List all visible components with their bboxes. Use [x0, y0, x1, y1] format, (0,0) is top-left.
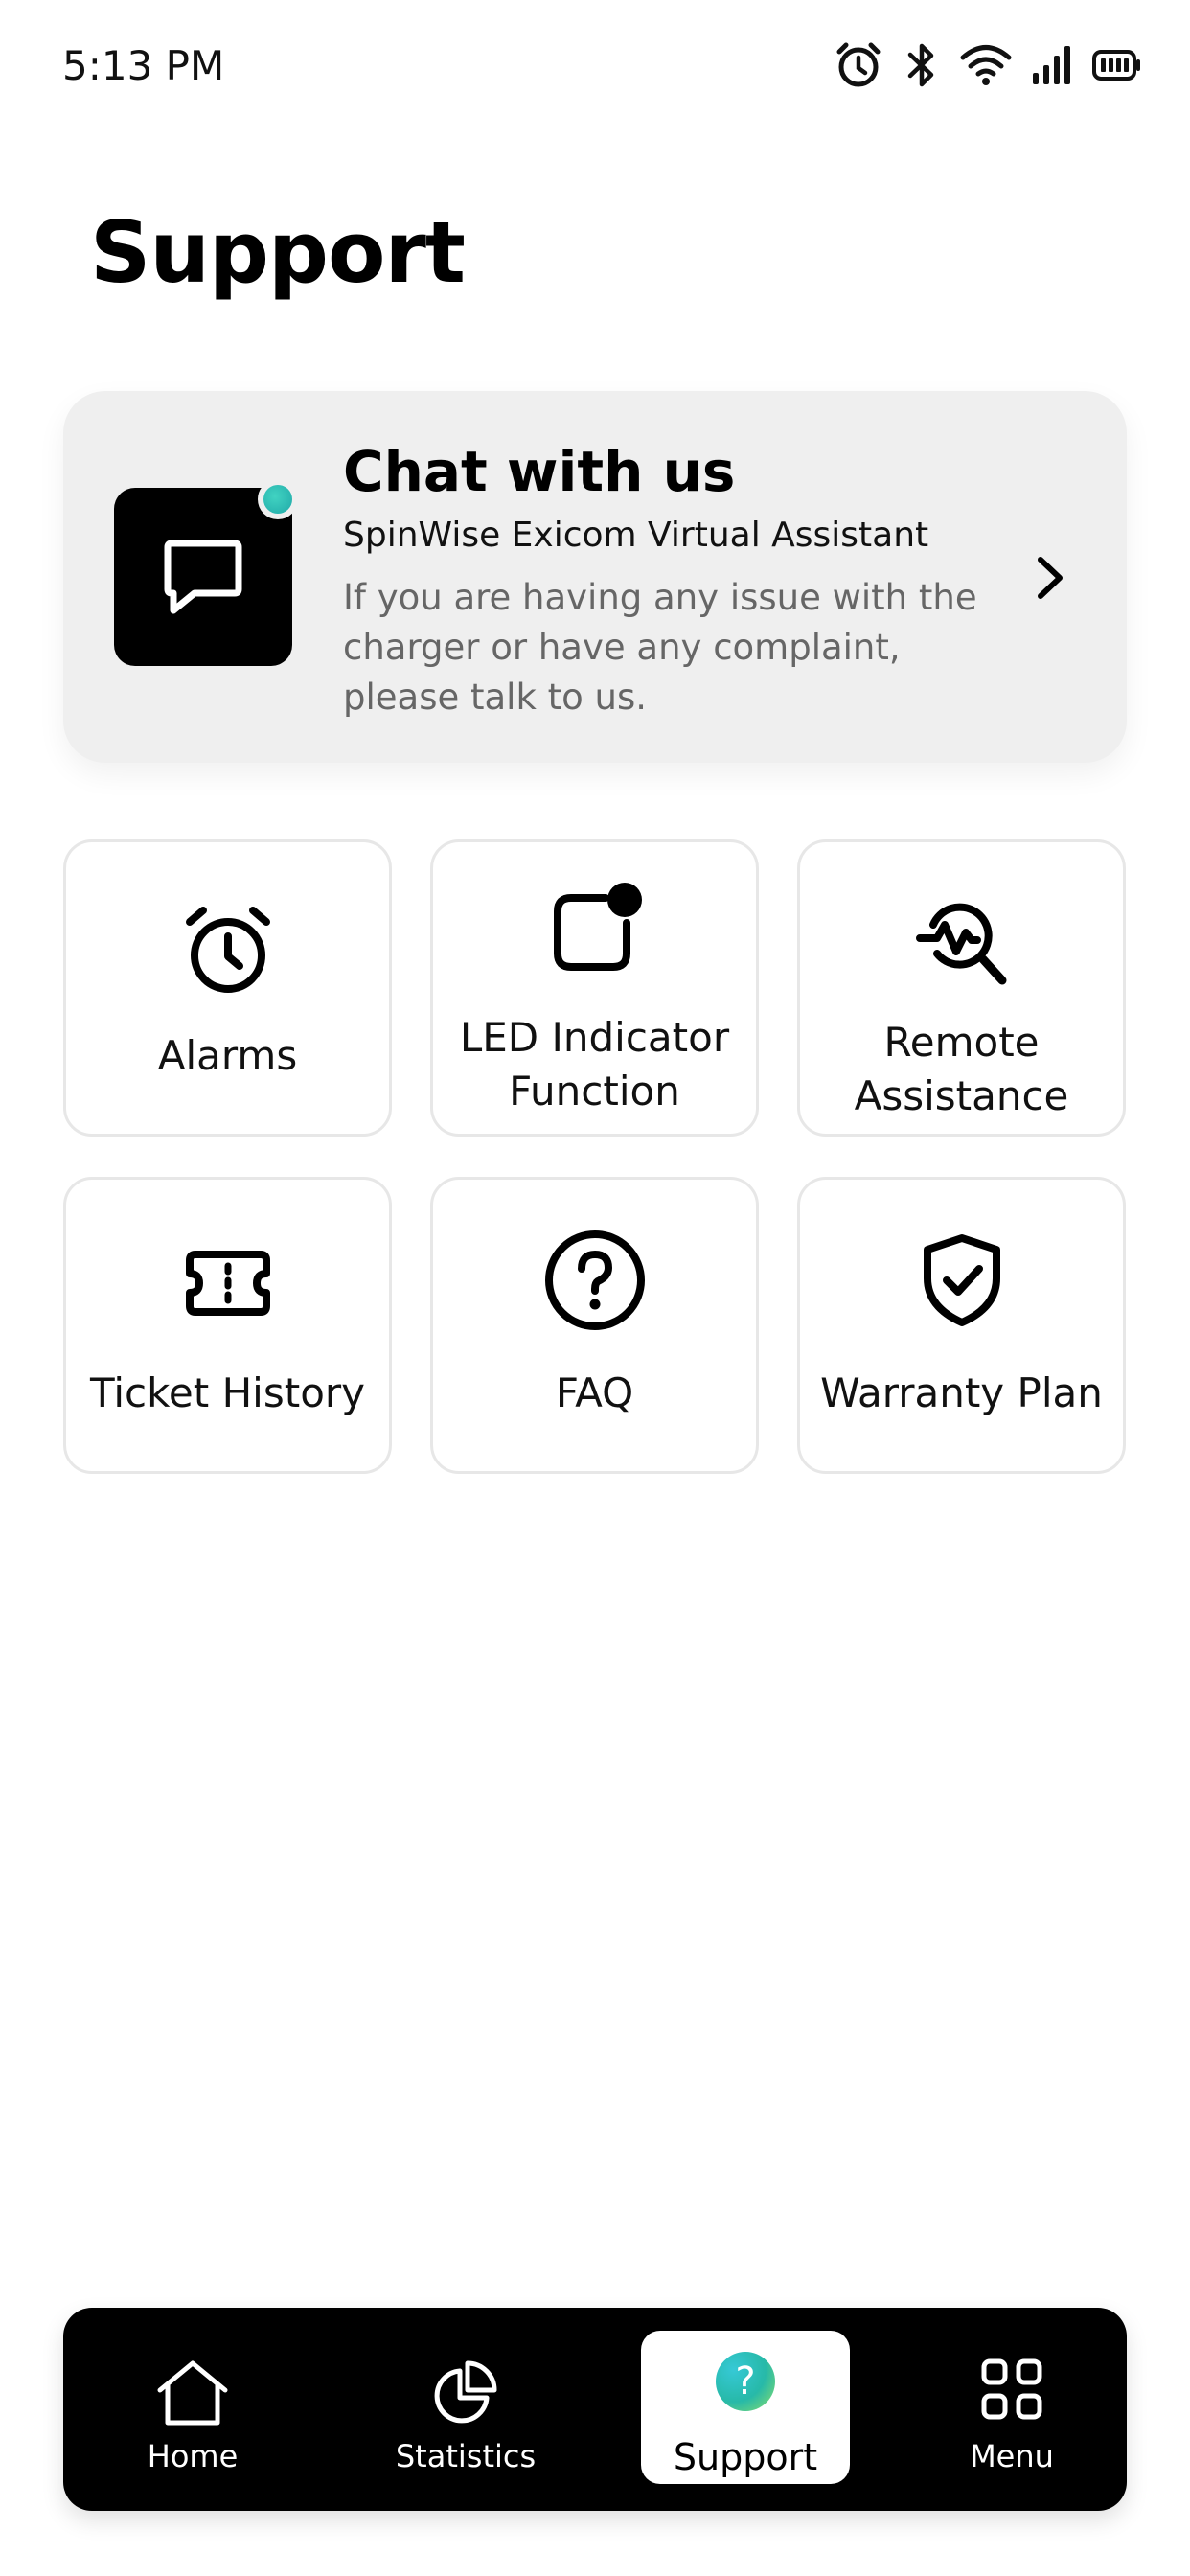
chat-subtitle: SpinWise Exicom Virtual Assistant: [343, 516, 929, 555]
led-indicator-icon: [553, 883, 642, 971]
shield-check-icon: [923, 1234, 1000, 1326]
tile-label: Warranty Plan: [820, 1369, 1103, 1416]
tile-ticket-history[interactable]: Ticket History: [63, 1177, 392, 1474]
home-icon: [157, 2360, 228, 2426]
tile-remote-assistance[interactable]: Remote Assistance: [797, 840, 1126, 1137]
battery-icon: [1092, 50, 1140, 80]
nav-label: Menu: [970, 2438, 1054, 2474]
status-icons: [834, 36, 1142, 94]
nav-item-home[interactable]: Home: [111, 2308, 274, 2511]
chat-title: Chat with us: [343, 439, 736, 504]
alarm-icon: [836, 42, 881, 87]
bottom-nav: Home Statistics ? Support Menu: [63, 2308, 1127, 2511]
wifi-icon: [960, 45, 1012, 85]
tile-label: Remote Assistance: [854, 1019, 1069, 1119]
ticket-icon: [185, 1251, 270, 1316]
nav-item-support[interactable]: ? Support: [641, 2331, 850, 2484]
nav-label: Statistics: [395, 2438, 537, 2474]
chat-bubble-icon: [164, 540, 242, 614]
status-time: 5:13 PM: [62, 42, 225, 89]
nav-label: Support: [673, 2436, 818, 2478]
tile-label: Ticket History: [89, 1369, 366, 1416]
alarm-clock-icon: [185, 907, 270, 993]
nav-item-menu[interactable]: Menu: [945, 2308, 1079, 2511]
question-circle-icon: [544, 1230, 645, 1330]
tile-label: LED Indicator Function: [459, 1014, 730, 1115]
tile-warranty-plan[interactable]: Warranty Plan: [797, 1177, 1126, 1474]
status-bar: 5:13 PM: [0, 0, 1190, 134]
tile-label: FAQ: [555, 1369, 634, 1416]
chevron-right-icon[interactable]: [1031, 554, 1069, 602]
online-status-dot: [258, 479, 298, 519]
bluetooth-icon: [907, 43, 934, 87]
tile-led-indicator-function[interactable]: LED Indicator Function: [430, 840, 759, 1137]
page-title: Support: [90, 203, 466, 302]
grid-icon: [981, 2358, 1042, 2420]
tile-faq[interactable]: FAQ: [430, 1177, 759, 1474]
tile-label: Alarms: [157, 1032, 298, 1079]
chat-description: If you are having any issue with the cha…: [343, 577, 977, 718]
nav-item-statistics[interactable]: Statistics: [384, 2308, 547, 2511]
pie-chart-icon: [434, 2360, 497, 2424]
chat-with-us-card[interactable]: Chat with us SpinWise Exicom Virtual Ass…: [63, 391, 1127, 763]
tile-alarms[interactable]: Alarms: [63, 840, 392, 1137]
support-icon: ?: [716, 2352, 775, 2411]
remote-assistance-icon: [915, 903, 1006, 985]
signal-icon: [1033, 46, 1070, 84]
nav-label: Home: [147, 2438, 239, 2474]
